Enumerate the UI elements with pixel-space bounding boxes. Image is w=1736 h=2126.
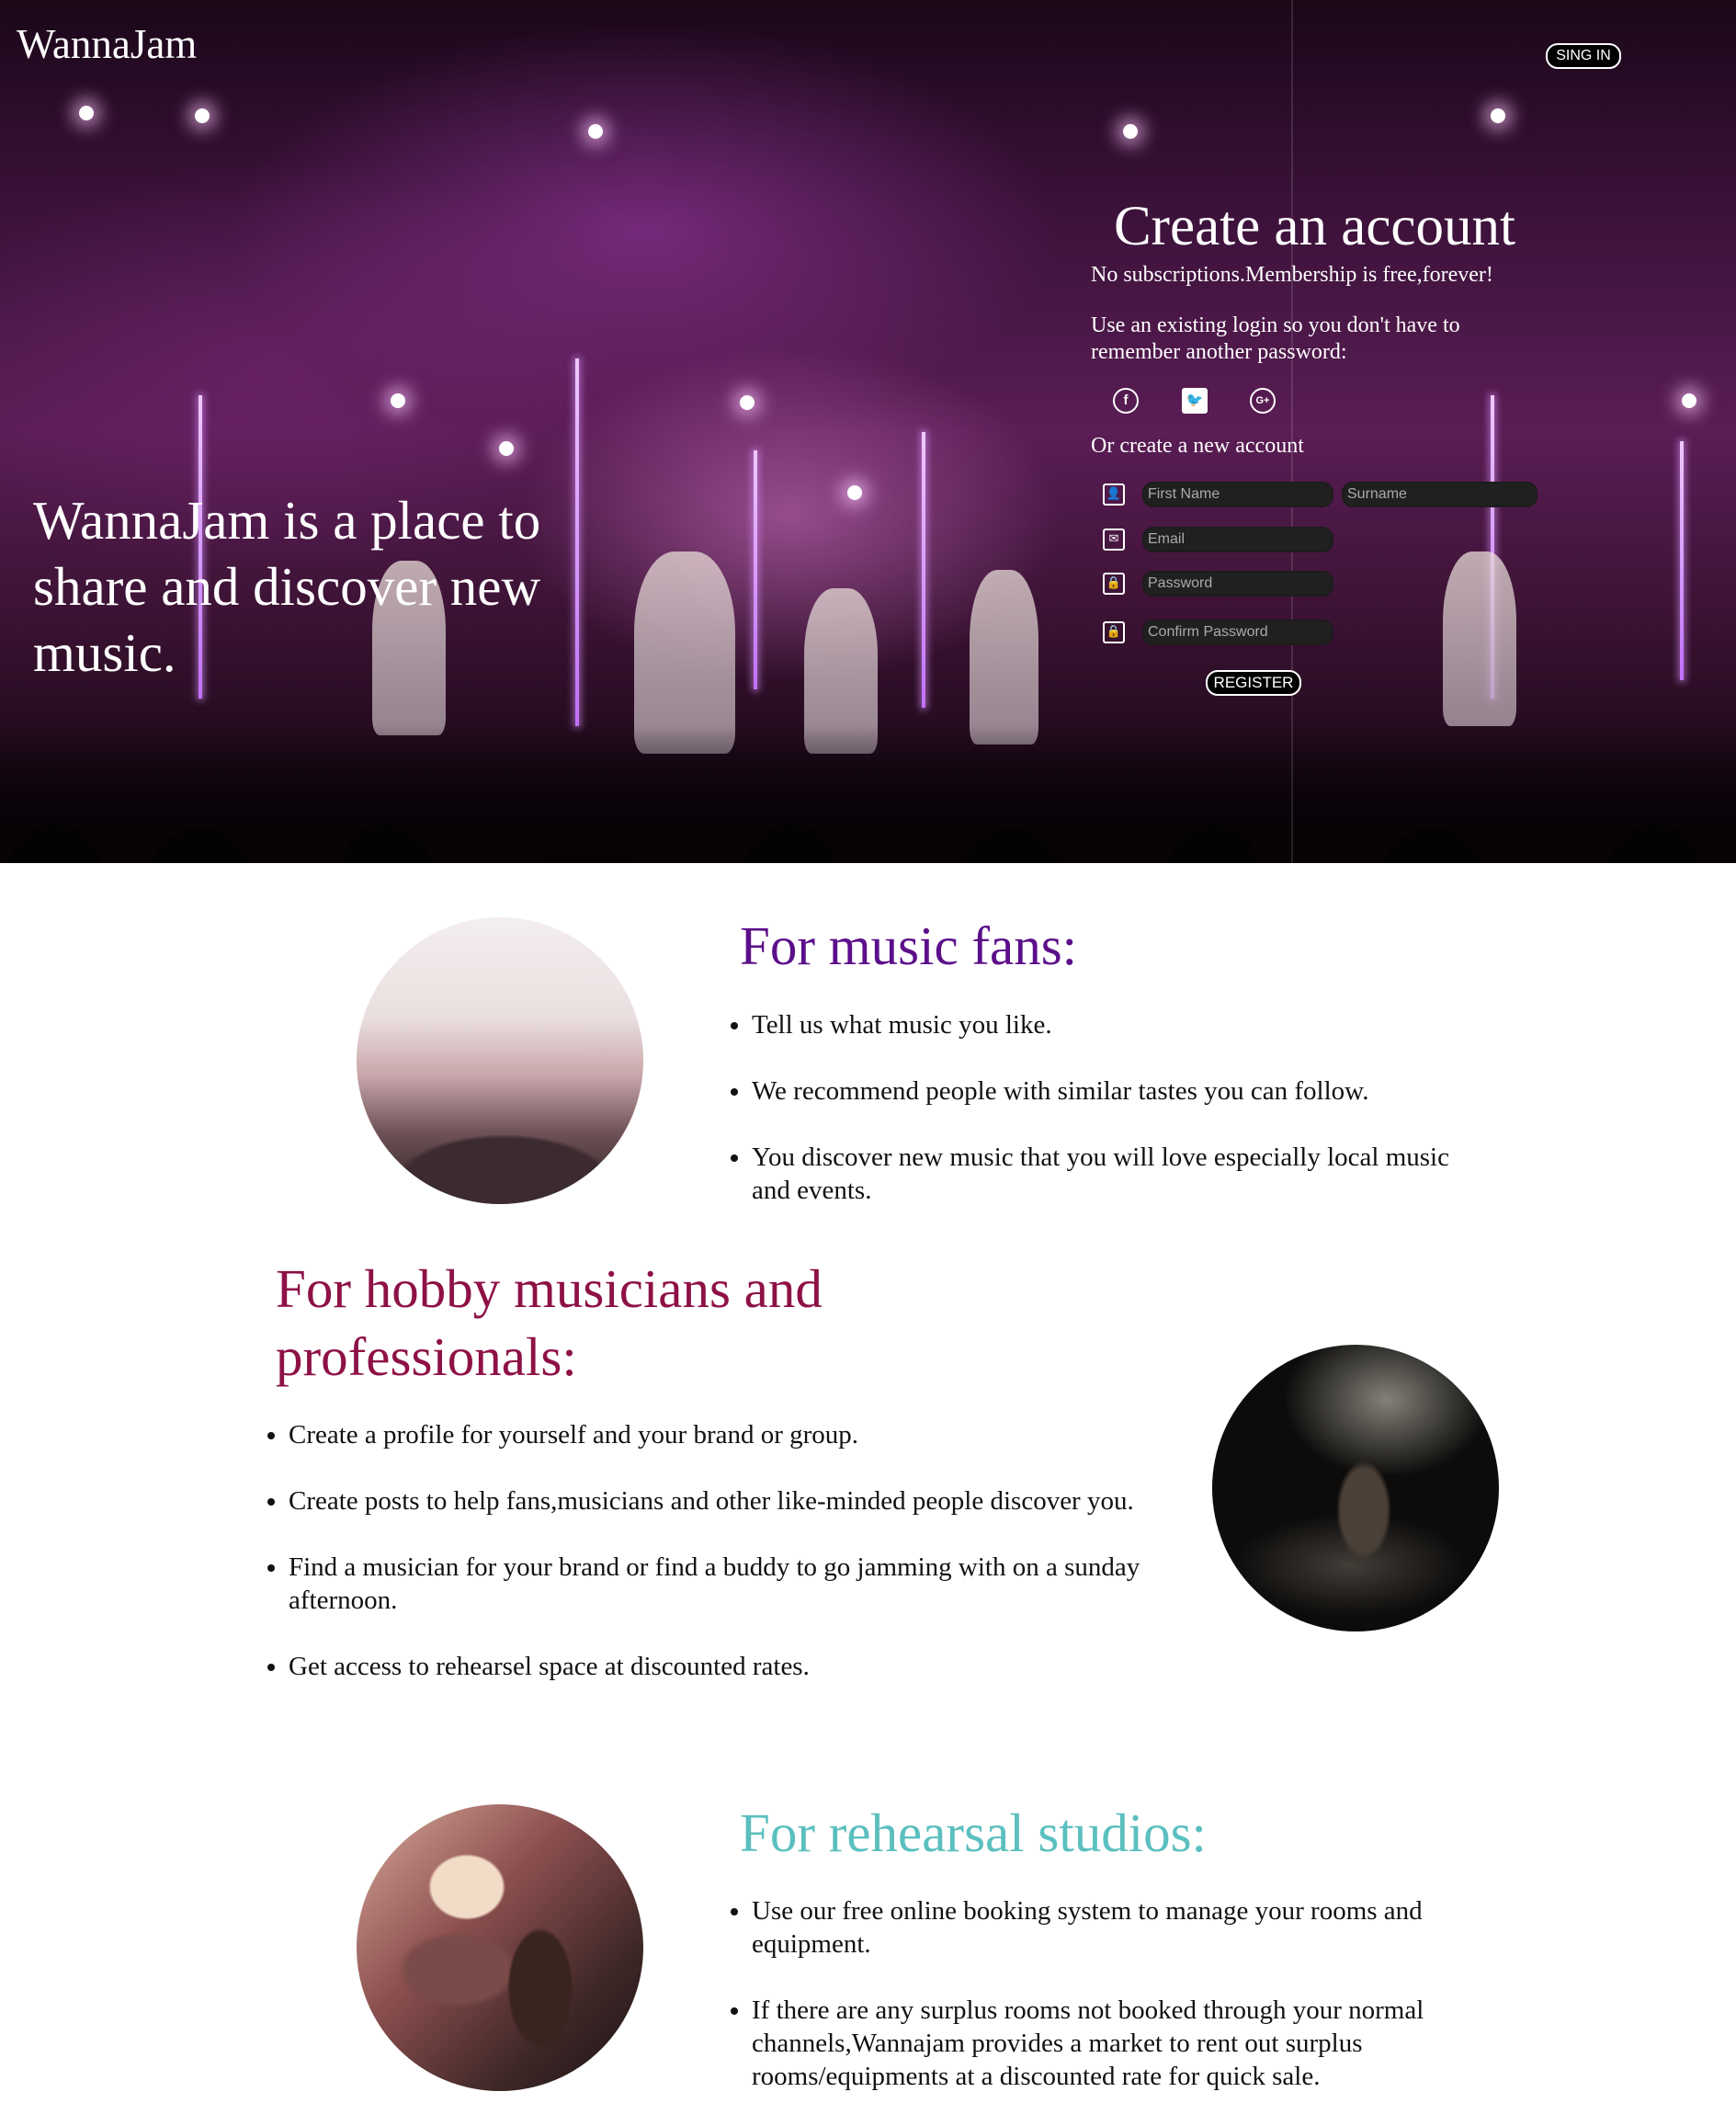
- membership-note: No subscriptions.Membership is free,fore…: [1091, 263, 1493, 287]
- studios-list: Use our free online booking system to ma…: [726, 1894, 1487, 2126]
- stage-light: [391, 393, 405, 408]
- email-field[interactable]: Email: [1142, 527, 1333, 552]
- music-fans-list: Tell us what music you like. We recommen…: [726, 1008, 1469, 1240]
- rehearsal-studio-photo: [357, 1804, 643, 2091]
- stage-light: [588, 124, 603, 139]
- envelope-icon: ✉: [1103, 529, 1125, 551]
- lock-icon: 🔒: [1103, 573, 1125, 595]
- user-icon: 👤: [1103, 483, 1125, 506]
- google-plus-icon[interactable]: G+: [1250, 388, 1276, 414]
- music-fans-photo: [357, 917, 643, 1204]
- light-bar: [1680, 441, 1684, 680]
- surname-field[interactable]: Surname: [1342, 482, 1537, 507]
- music-fans-title: For music fans:: [740, 915, 1078, 976]
- stage-light: [79, 106, 94, 120]
- studios-title: For rehearsal studios:: [740, 1802, 1207, 1863]
- list-item: Create posts to help fans,musicians and …: [289, 1484, 1171, 1518]
- light-bar: [922, 432, 925, 708]
- facebook-icon[interactable]: f: [1113, 388, 1139, 414]
- list-item: Tell us what music you like.: [752, 1008, 1469, 1041]
- list-item: Get access to rehearsel space at discoun…: [289, 1650, 1171, 1683]
- confirm-password-field[interactable]: Confirm Password: [1142, 620, 1333, 645]
- first-name-field[interactable]: First Name: [1142, 482, 1333, 507]
- list-item: You discover new music that you will lov…: [752, 1141, 1469, 1207]
- list-item: Create a profile for yourself and your b…: [289, 1418, 1171, 1451]
- musicians-list: Create a profile for yourself and your b…: [263, 1418, 1171, 1716]
- list-item: Find a musician for your brand or find a…: [289, 1551, 1171, 1617]
- create-new-account-label: Or create a new account: [1091, 434, 1304, 458]
- performer-figure: [970, 570, 1038, 745]
- stage-light: [1123, 124, 1138, 139]
- lock-icon: 🔒: [1103, 621, 1125, 643]
- create-account-title: Create an account: [1114, 196, 1515, 257]
- musician-photo: [1212, 1345, 1499, 1631]
- light-bar: [754, 450, 757, 689]
- stage-light: [847, 485, 862, 500]
- stage-light: [1491, 108, 1505, 123]
- list-item: We recommend people with similar tastes …: [752, 1074, 1469, 1108]
- existing-login-note: Use an existing login so you don't have …: [1091, 313, 1460, 364]
- performer-figure: [1443, 551, 1516, 726]
- site-logo[interactable]: WannaJam: [17, 20, 197, 68]
- stage-light: [195, 108, 210, 123]
- list-item: Use our free online booking system to ma…: [752, 1894, 1487, 1961]
- sign-in-button[interactable]: SING IN: [1546, 43, 1621, 69]
- password-field[interactable]: Password: [1142, 571, 1333, 597]
- stage-light: [499, 441, 514, 456]
- performer-figure: [634, 551, 735, 754]
- light-bar: [575, 358, 579, 726]
- stage-light: [740, 395, 755, 410]
- twitter-icon[interactable]: 🐦: [1182, 388, 1208, 414]
- crowd-silhouette: [0, 725, 1736, 863]
- hero-tagline: WannaJam is a place to share and discove…: [33, 490, 541, 683]
- hero-banner: WannaJam SING IN WannaJam is a place to …: [0, 0, 1736, 863]
- musicians-title: For hobby musicians and professionals:: [276, 1258, 823, 1387]
- stage-light: [1682, 393, 1696, 408]
- register-button[interactable]: REGISTER: [1206, 670, 1301, 696]
- image-seam: [1291, 0, 1293, 863]
- list-item: If there are any surplus rooms not booke…: [752, 1994, 1487, 2093]
